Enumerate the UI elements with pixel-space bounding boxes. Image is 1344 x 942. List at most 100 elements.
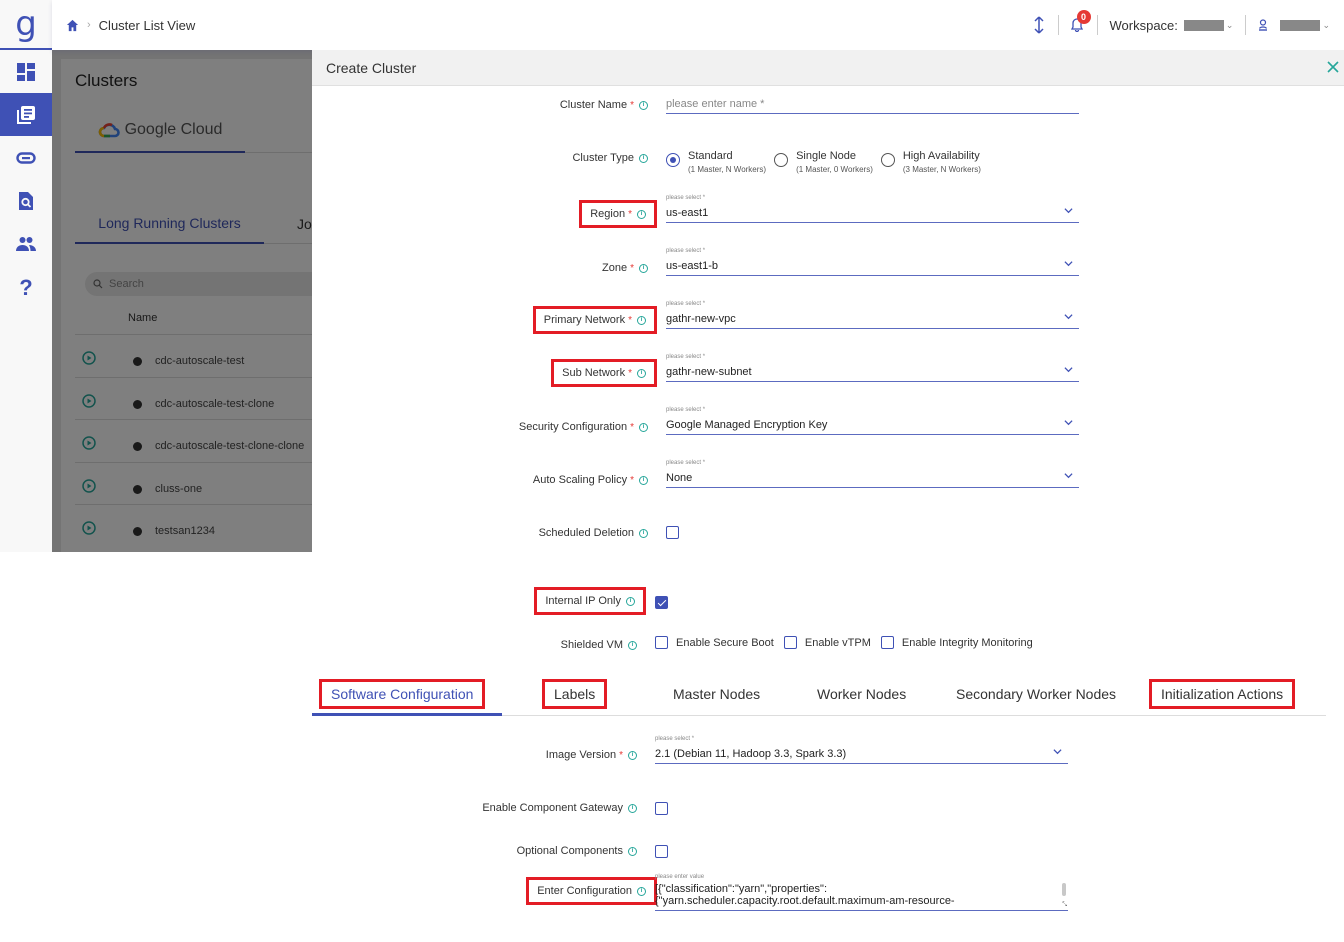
radio-standard[interactable]: Standard (1 Master, N Workers)	[666, 150, 766, 174]
chevron-down-icon	[1064, 261, 1073, 267]
enable-component-gateway-checkbox[interactable]	[655, 802, 668, 815]
info-icon[interactable]: i	[639, 422, 648, 432]
tab-secondary-worker-nodes[interactable]: Secondary Worker Nodes	[947, 682, 1125, 706]
enable-component-gateway-label: Enable Component Gateway i	[482, 802, 637, 814]
info-icon[interactable]: i	[637, 209, 646, 219]
users-icon	[16, 236, 36, 251]
info-icon[interactable]: i	[637, 368, 646, 378]
sidebar-item-users[interactable]	[0, 222, 52, 265]
info-icon[interactable]: i	[639, 475, 648, 485]
create-cluster-panel: Create Cluster Cluster Name * i please ent…	[312, 50, 1344, 942]
checkbox[interactable]	[880, 636, 894, 649]
chevron-down-icon: ⌄	[1225, 19, 1234, 30]
radio-high-availability[interactable]: High Availability (3 Master, N Workers)	[880, 150, 981, 174]
checkbox[interactable]	[783, 636, 797, 649]
radio-single-node[interactable]: Single Node (1 Master, 0 Workers)	[774, 150, 873, 174]
svg-text:?: ?	[19, 277, 32, 297]
link-icon	[16, 151, 36, 164]
scheduled-deletion-label: Scheduled Deletion i	[539, 527, 648, 539]
security-configuration-label: Security Configuration * i	[519, 421, 648, 433]
user-menu[interactable]	[1280, 19, 1321, 31]
home-icon[interactable]	[66, 19, 79, 32]
notifications-button[interactable]: 0	[1070, 10, 1091, 33]
modal-backdrop[interactable]	[52, 50, 312, 552]
sidebar-item-file-search[interactable]	[0, 179, 52, 222]
info-icon[interactable]: i	[637, 315, 646, 325]
region-select[interactable]: please select * us-east1	[666, 195, 1079, 223]
configuration-tabs: Software Configuration Labels Master Nod…	[312, 674, 1326, 716]
chevron-down-icon	[1064, 208, 1073, 214]
divider	[1057, 15, 1059, 35]
info-icon[interactable]: i	[626, 596, 635, 606]
chevron-down-icon	[1053, 749, 1062, 755]
image-version-select[interactable]: please select * 2.1 (Debian 11, Hadoop 3…	[655, 736, 1068, 764]
info-icon[interactable]: i	[639, 153, 648, 163]
workspace-selector[interactable]	[1183, 19, 1224, 31]
sub-network-label: Sub Network * i	[551, 359, 657, 387]
internal-ip-only-checkbox[interactable]	[655, 596, 668, 609]
enable-vtpm-option[interactable]: Enable vTPM	[783, 636, 871, 649]
cluster-type-label: Cluster Type i	[572, 152, 648, 164]
security-configuration-select[interactable]: please select * Google Managed Encryptio…	[666, 407, 1079, 435]
close-icon[interactable]	[1326, 60, 1340, 74]
enter-configuration-textarea[interactable]: please enter value [{"classification":"y…	[655, 874, 1068, 911]
sidebar-item-dashboard[interactable]	[0, 50, 52, 93]
textarea-scrollbar[interactable]	[1062, 883, 1066, 896]
sidebar-item-links[interactable]	[0, 136, 52, 179]
panel-header: Create Cluster	[312, 50, 1344, 86]
info-icon[interactable]: i	[637, 886, 646, 896]
primary-network-select[interactable]: please select * gathr-new-vpc	[666, 301, 1079, 329]
dashboard-icon	[17, 62, 35, 81]
expand-vertical-icon[interactable]	[1032, 16, 1046, 34]
tab-software-configuration[interactable]: Software Configuration	[318, 679, 486, 709]
breadcrumb-separator: ›	[87, 19, 91, 31]
chevron-down-icon	[1064, 473, 1073, 479]
chevron-down-icon	[1064, 314, 1073, 320]
enable-integrity-monitoring-option[interactable]: Enable Integrity Monitoring	[880, 636, 1033, 649]
scheduled-deletion-checkbox-row	[666, 526, 679, 539]
active-tab-indicator	[312, 713, 502, 716]
zone-label: Zone * i	[602, 262, 648, 274]
divider	[1096, 15, 1098, 35]
cluster-name-input[interactable]: please enter name *	[666, 98, 1079, 114]
info-icon[interactable]: i	[639, 263, 648, 273]
resize-handle-icon[interactable]: ⤡	[1062, 902, 1067, 909]
info-icon[interactable]: i	[628, 640, 637, 650]
divider	[1245, 15, 1247, 35]
zone-select[interactable]: please select * us-east1-b	[666, 248, 1079, 276]
clusters-icon	[17, 105, 35, 124]
scheduled-deletion-checkbox[interactable]	[666, 526, 679, 539]
file-search-icon	[19, 191, 33, 210]
image-version-label: Image Version * i	[546, 749, 637, 761]
breadcrumb: › Cluster List View	[66, 18, 195, 33]
sidebar-item-help[interactable]: ?	[0, 265, 52, 308]
workspace-label: Workspace:	[1109, 17, 1178, 33]
enable-secure-boot-option[interactable]: Enable Secure Boot	[655, 636, 774, 649]
gathr-logo[interactable]: g	[0, 0, 52, 50]
info-icon[interactable]: i	[639, 528, 648, 538]
enable-component-gateway-row	[655, 802, 668, 815]
auto-scaling-policy-select[interactable]: please select * None	[666, 460, 1079, 488]
tab-initialization-actions[interactable]: Initialization Actions	[1148, 679, 1296, 709]
region-label: Region * i	[579, 200, 657, 228]
info-icon[interactable]: i	[628, 750, 637, 760]
info-icon[interactable]: i	[628, 846, 637, 856]
info-icon[interactable]: i	[628, 803, 637, 813]
sub-network-select[interactable]: please select * gathr-new-subnet	[666, 354, 1079, 382]
optional-components-label: Optional Components i	[517, 845, 637, 857]
tab-master-nodes[interactable]: Master Nodes	[664, 682, 769, 706]
panel-title: Create Cluster	[326, 59, 417, 76]
chevron-down-icon	[1064, 420, 1073, 426]
internal-ip-only-label: Internal IP Only i	[534, 587, 646, 615]
sidebar: g ?	[0, 0, 52, 552]
radio-selected-icon	[666, 153, 680, 167]
checkbox[interactable]	[655, 636, 668, 649]
auto-scaling-policy-label: Auto Scaling Policy * i	[533, 474, 648, 486]
info-icon[interactable]: i	[639, 100, 648, 110]
primary-network-label: Primary Network * i	[532, 306, 658, 334]
sidebar-item-clusters[interactable]	[0, 93, 52, 136]
tab-worker-nodes[interactable]: Worker Nodes	[808, 682, 915, 706]
tab-labels[interactable]: Labels	[541, 679, 608, 709]
optional-components-checkbox[interactable]	[655, 845, 668, 858]
optional-components-row	[655, 845, 668, 858]
